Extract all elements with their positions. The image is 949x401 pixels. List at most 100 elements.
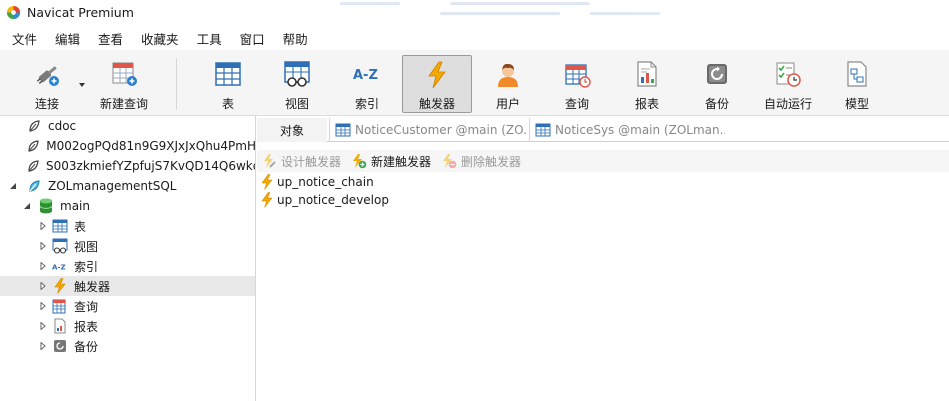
database-icon (39, 198, 53, 214)
tree-item-backups[interactable]: 备份 (0, 336, 255, 356)
tab-notice-sys[interactable]: NoticeSys @main (ZOLman... (529, 118, 725, 142)
tree-item-connection-s003[interactable]: S003zkmiefYZpfujS7KvQD14Q6wkdF (0, 156, 256, 176)
query-icon (565, 64, 591, 88)
backup-label: 备份 (704, 97, 729, 111)
svg-text:A-Z: A-Z (52, 263, 66, 272)
tree-item-reports[interactable]: 报表 (0, 316, 255, 336)
tab-label: NoticeCustomer @main (ZO... (355, 123, 527, 137)
new-trigger-button[interactable]: 新建触发器 (351, 153, 431, 170)
delete-trigger-label: 删除触发器 (461, 154, 522, 169)
collapsed-triangle-icon[interactable] (40, 222, 46, 230)
tab-label: NoticeSys @main (ZOLman... (555, 123, 725, 137)
tree-item-queries[interactable]: 查询 (0, 296, 255, 316)
list-item-trigger[interactable]: up_notice_develop (259, 191, 389, 209)
trigger-name: up_notice_chain (277, 175, 374, 189)
tree-item-cdoc[interactable]: cdoc (0, 116, 255, 136)
menu-bar: 文件 编辑 查看 收藏夹 工具 窗口 帮助 (0, 26, 949, 50)
tree-item-triggers[interactable]: 触发器 (0, 276, 255, 296)
tree-item-views[interactable]: 视图 (0, 236, 255, 256)
design-trigger-button[interactable]: 设计触发器 (261, 153, 341, 170)
view-button[interactable]: 视图 (269, 55, 325, 113)
view-label: 视图 (284, 97, 309, 111)
tab-objects[interactable]: 对象 (257, 118, 327, 142)
table-icon (215, 62, 241, 86)
tree-item-label: M002ogPQd81n9G9XJxJxQhu4PmH (46, 139, 256, 153)
menu-help[interactable]: 帮助 (277, 29, 320, 48)
backup-button[interactable]: 备份 (689, 55, 745, 113)
view-icon (52, 238, 68, 254)
table-label: 表 (221, 97, 234, 111)
tree-item-indexes[interactable]: A-Z 索引 (0, 256, 255, 276)
table-icon (52, 219, 68, 233)
index-button[interactable]: A-Z 索引 (339, 55, 395, 113)
new-trigger-icon (353, 154, 367, 169)
tree-item-label: main (60, 199, 90, 213)
connection-leaf-icon (28, 160, 39, 172)
collapsed-triangle-icon[interactable] (40, 302, 46, 310)
tree-item-label: cdoc (48, 119, 77, 133)
tree-item-label: 备份 (74, 339, 99, 354)
trigger-list: up_notice_chain up_notice_develop (257, 172, 949, 401)
delete-trigger-button[interactable]: 删除触发器 (441, 153, 521, 170)
report-icon (54, 318, 66, 334)
new-query-icon (112, 62, 137, 86)
expanded-triangle-icon[interactable] (9, 182, 17, 190)
expanded-triangle-icon[interactable] (23, 202, 31, 210)
user-label: 用户 (495, 97, 520, 111)
view-icon (284, 61, 310, 87)
collapsed-triangle-icon[interactable] (40, 242, 46, 250)
menu-window[interactable]: 窗口 (234, 29, 277, 48)
report-button[interactable]: 报表 (619, 55, 675, 113)
connection-leaf-icon (29, 120, 40, 132)
auto-run-button[interactable]: 自动运行 (758, 55, 818, 113)
tree-item-label: 视图 (74, 239, 99, 254)
tab-notice-customer[interactable]: NoticeCustomer @main (ZO... (329, 118, 527, 142)
collapsed-triangle-icon[interactable] (40, 282, 46, 290)
menu-file[interactable]: 文件 (6, 29, 49, 48)
tree-item-zolmanagementsql[interactable]: ZOLmanagementSQL (0, 176, 255, 196)
tree-item-label: S003zkmiefYZpfujS7KvQD14Q6wkdF (46, 159, 256, 173)
auto-run-label: 自动运行 (763, 97, 812, 111)
connection-dropdown-arrow-icon[interactable] (79, 83, 85, 87)
list-item-trigger[interactable]: up_notice_chain (259, 173, 374, 191)
collapsed-triangle-icon[interactable] (40, 322, 46, 330)
tree-item-tables[interactable]: 表 (0, 216, 255, 236)
backup-icon (707, 64, 727, 84)
backup-icon (54, 340, 66, 352)
table-button[interactable]: 表 (200, 55, 256, 113)
tree-item-label: 报表 (74, 319, 99, 334)
tree-item-label: 触发器 (74, 279, 111, 294)
user-button[interactable]: 用户 (480, 55, 536, 113)
index-az-icon: A-Z (353, 68, 378, 83)
user-icon (498, 63, 518, 87)
trigger-name: up_notice_develop (277, 193, 389, 207)
table-icon (535, 123, 551, 137)
connection-label: 连接 (34, 97, 59, 111)
report-label: 报表 (634, 97, 659, 111)
trigger-bolt-icon (261, 174, 273, 190)
tab-label: 对象 (279, 123, 304, 138)
tree-item-connection-m002[interactable]: M002ogPQd81n9G9XJxJxQhu4PmH (0, 136, 256, 156)
tree-item-main-database[interactable]: main (0, 196, 255, 216)
index-label: 索引 (354, 97, 379, 111)
trigger-bolt-icon (54, 278, 66, 294)
connection-button[interactable]: 连接 (20, 55, 74, 113)
menu-tools[interactable]: 工具 (191, 29, 234, 48)
query-icon (52, 299, 66, 314)
query-button[interactable]: 查询 (549, 55, 605, 113)
background-window-ghost (330, 0, 750, 24)
menu-edit[interactable]: 编辑 (49, 29, 92, 48)
delete-trigger-icon (443, 154, 457, 169)
connection-leaf-open-icon (29, 180, 40, 192)
collapsed-triangle-icon[interactable] (40, 342, 46, 350)
collapsed-triangle-icon[interactable] (40, 262, 46, 270)
new-query-button[interactable]: 新建查询 (94, 55, 154, 113)
menu-view[interactable]: 查看 (92, 29, 135, 48)
title-bar: Navicat Premium (0, 0, 949, 24)
trigger-button[interactable]: 触发器 (402, 55, 472, 113)
report-icon (637, 61, 657, 87)
trigger-bolt-icon (428, 61, 446, 88)
model-button[interactable]: 模型 (829, 55, 885, 113)
navicat-logo-icon (6, 5, 21, 19)
menu-favorites[interactable]: 收藏夹 (135, 29, 191, 48)
